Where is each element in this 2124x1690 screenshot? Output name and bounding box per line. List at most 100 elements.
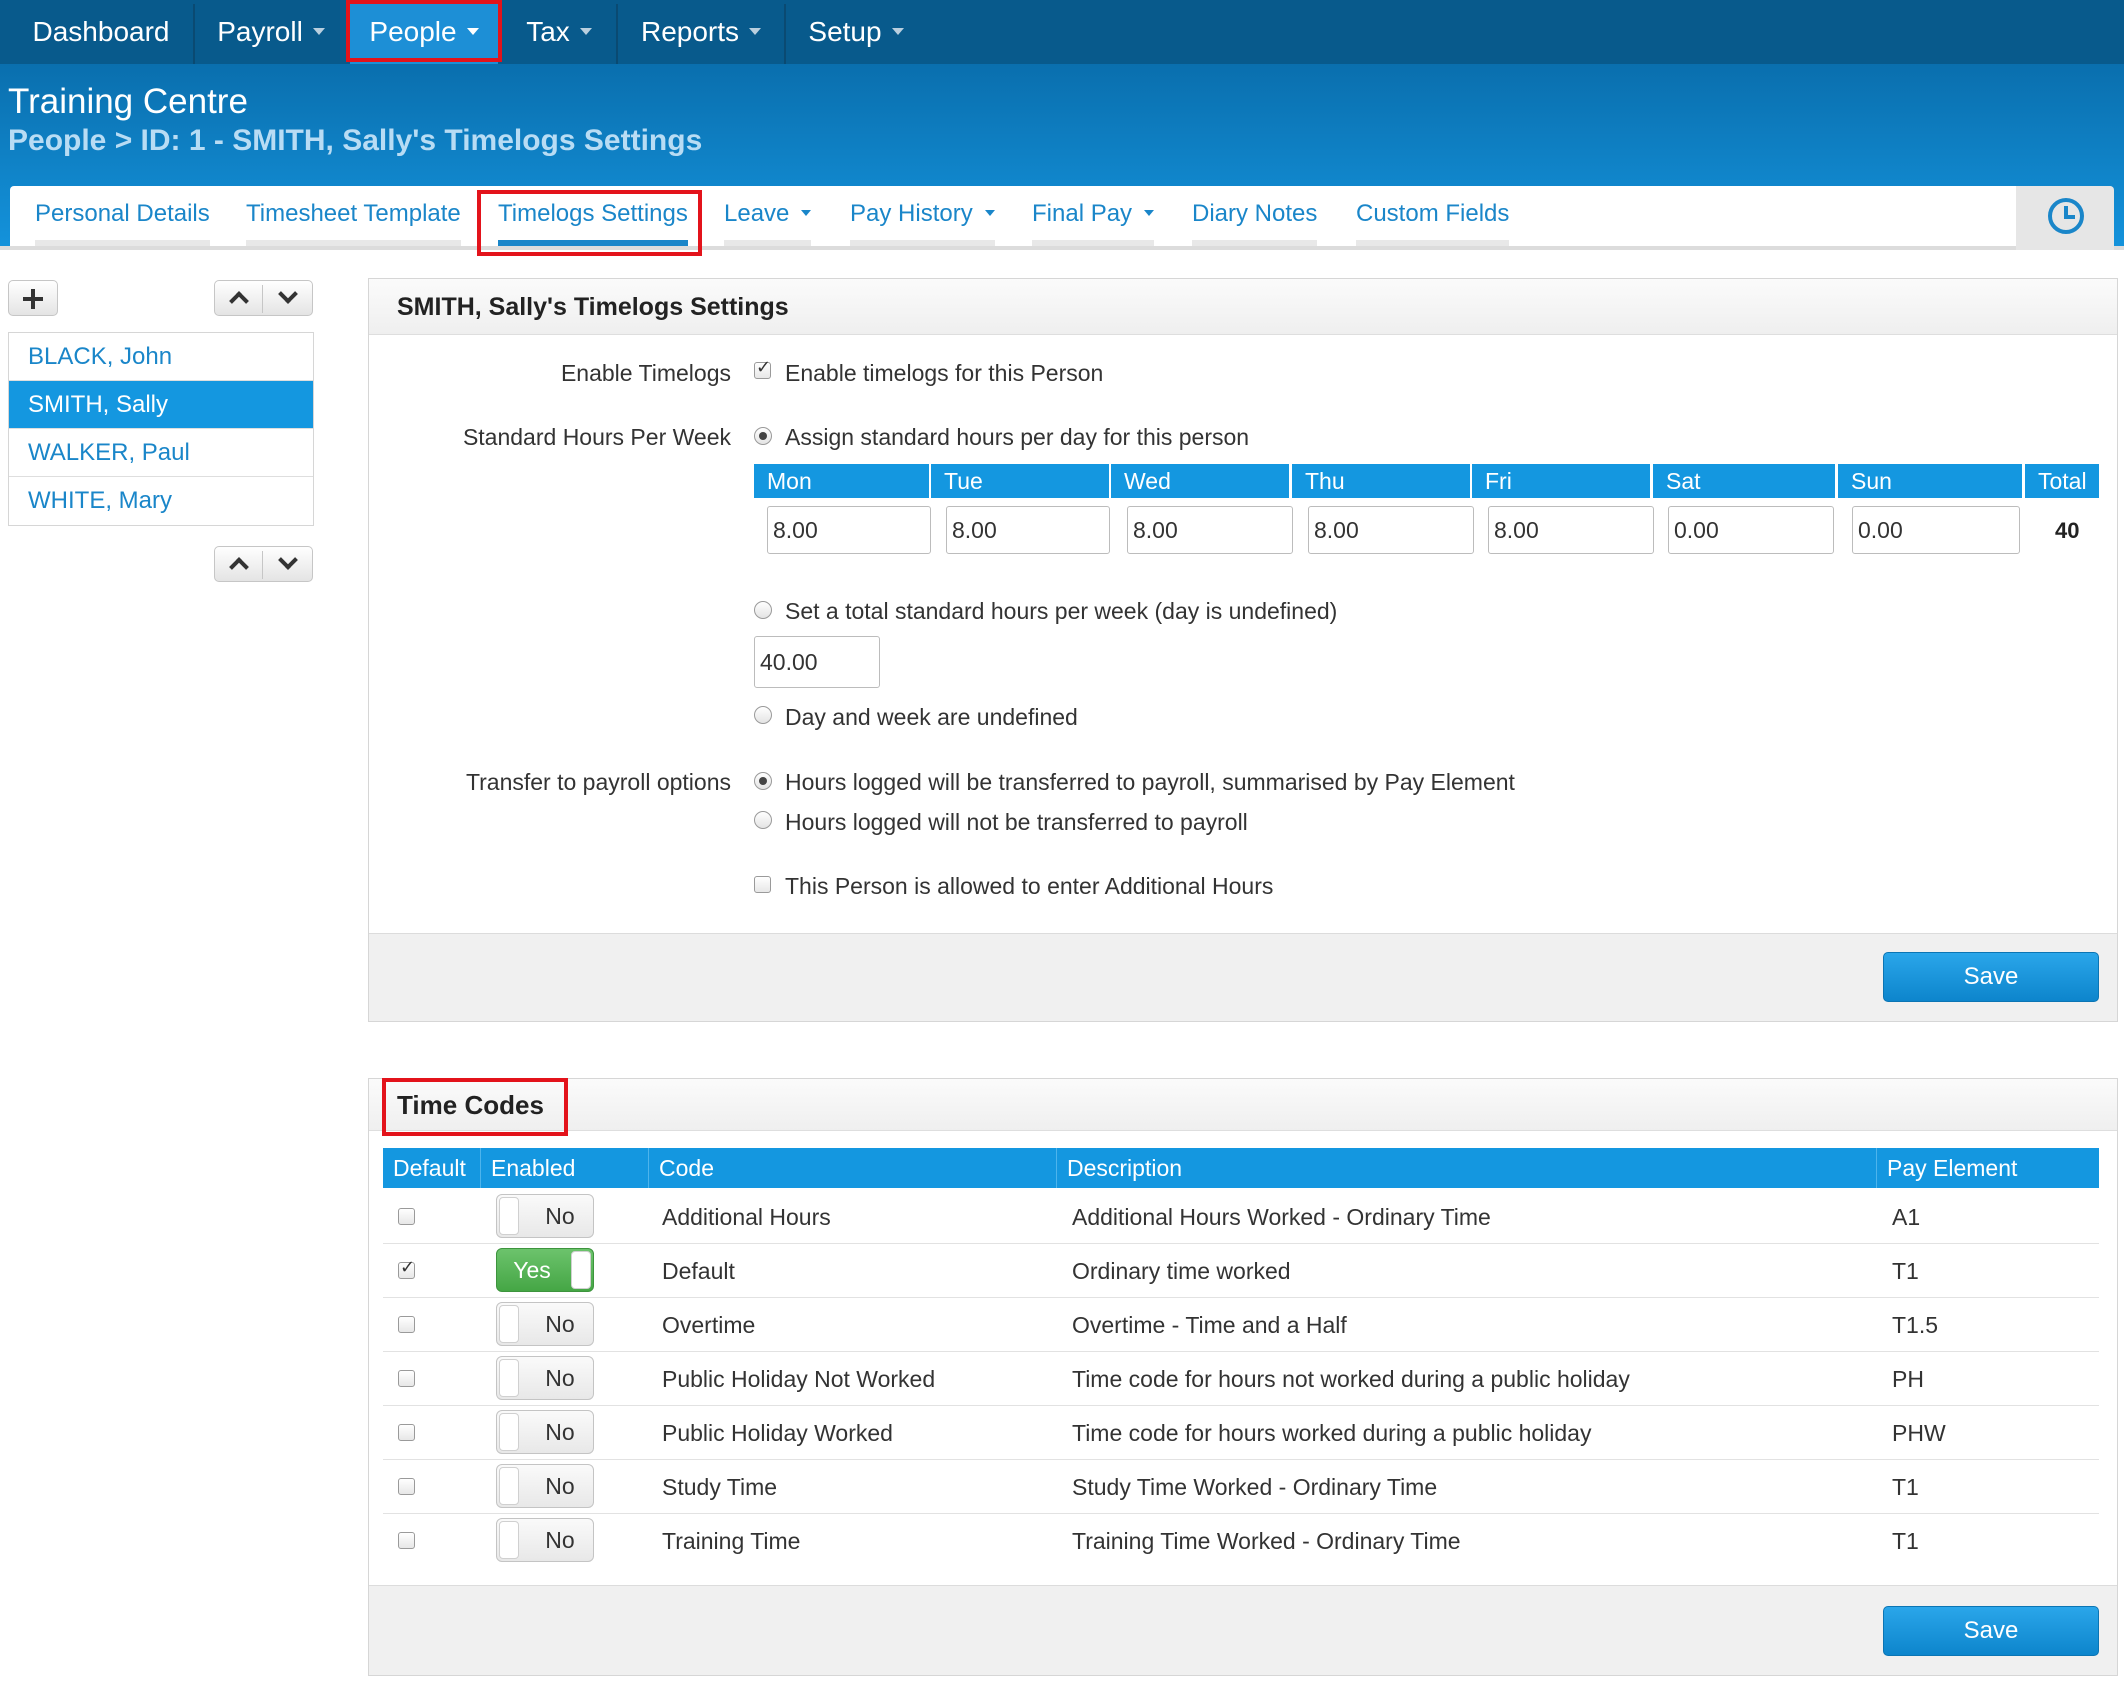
nav-setup[interactable]: Setup <box>788 4 924 64</box>
enabled-toggle[interactable]: No <box>496 1410 594 1454</box>
code-cell: Default <box>662 1258 735 1284</box>
enabled-toggle[interactable]: No <box>496 1356 594 1400</box>
day-header: Sat <box>1653 464 1835 498</box>
day-header: Thu <box>1292 464 1470 498</box>
tue-hours-input[interactable]: 8.00 <box>946 506 1110 554</box>
caret-down-icon <box>749 28 762 36</box>
enabled-toggle[interactable]: Yes <box>496 1248 594 1292</box>
tab-label: Custom Fields <box>1356 200 1510 227</box>
default-checkbox[interactable] <box>398 1208 415 1225</box>
column-header-code: Code <box>649 1148 1057 1188</box>
panel-title: Time Codes <box>369 1079 2117 1131</box>
total-week-input[interactable]: 40.00 <box>754 636 880 688</box>
description-cell: Study Time Worked - Ordinary Time <box>1072 1474 1438 1500</box>
enabled-toggle[interactable]: No <box>496 1194 594 1238</box>
total-week-text: Set a total standard hours per week (day… <box>785 598 1338 624</box>
transfer-summarised-radio[interactable] <box>754 772 772 790</box>
undefined-text: Day and week are undefined <box>785 704 1078 730</box>
highlight-time-codes-title <box>382 1078 568 1136</box>
column-header-default: Default <box>383 1148 481 1188</box>
save-button[interactable]: Save <box>1883 952 2099 1002</box>
move-down-button[interactable] <box>264 281 313 315</box>
caret-down-icon <box>891 28 904 36</box>
per-day-radio[interactable] <box>754 427 772 445</box>
toggle-label: No <box>545 1365 575 1391</box>
column-header-pay-element: Pay Element <box>1877 1148 2099 1188</box>
default-checkbox[interactable] <box>398 1532 415 1549</box>
undefined-radio[interactable] <box>754 706 772 724</box>
move-up-button[interactable] <box>215 547 263 581</box>
toggle-label: No <box>545 1527 575 1553</box>
sat-hours-input[interactable]: 0.00 <box>1668 506 1834 554</box>
enable-timelogs-checkbox[interactable] <box>754 357 771 379</box>
move-down-button[interactable] <box>264 547 313 581</box>
additional-hours-checkbox[interactable] <box>754 876 771 893</box>
default-checkbox[interactable] <box>398 1370 415 1387</box>
toggle-label: No <box>545 1419 575 1445</box>
nav-payroll[interactable]: Payroll <box>196 4 346 64</box>
pay-element-cell: PHW <box>1892 1420 1946 1446</box>
tab-personal-details[interactable]: Personal Details <box>35 200 210 246</box>
tab-pay-history[interactable]: Pay History <box>850 200 995 246</box>
nav-dashboard-label: Dashboard <box>32 16 170 47</box>
tab-timesheet-template[interactable]: Timesheet Template <box>246 200 461 246</box>
default-checkbox[interactable] <box>398 1316 415 1333</box>
panel-footer: Save <box>369 1585 2117 1675</box>
tab-custom-fields[interactable]: Custom Fields <box>1356 200 1510 246</box>
pay-element-cell: T1 <box>1892 1258 1919 1284</box>
default-checkbox[interactable] <box>398 1424 415 1441</box>
day-header: Mon <box>754 464 929 498</box>
pay-element-cell: T1.5 <box>1892 1312 1939 1338</box>
mon-hours-input[interactable]: 8.00 <box>767 506 931 554</box>
tab-label: Diary Notes <box>1192 200 1318 227</box>
wed-hours-input[interactable]: 8.00 <box>1127 506 1293 554</box>
history-button[interactable] <box>2016 186 2114 250</box>
toggle-knob <box>499 1467 519 1505</box>
code-cell: Public Holiday Worked <box>662 1420 893 1446</box>
caret-down-icon <box>984 209 995 216</box>
tab-leave[interactable]: Leave <box>724 200 812 246</box>
reorder-buttons-top <box>214 280 313 316</box>
standard-hours-label: Standard Hours Per Week <box>462 424 731 450</box>
description-cell: Ordinary time worked <box>1072 1258 1291 1284</box>
sun-hours-input[interactable]: 0.00 <box>1852 506 2020 554</box>
table-row: No Public Holiday Worked Time code for h… <box>383 1406 2099 1460</box>
panel-title: SMITH, Sally's Timelogs Settings <box>369 279 2117 335</box>
enable-timelogs-label: Enable Timelogs <box>560 360 731 386</box>
column-header-enabled: Enabled <box>481 1148 649 1188</box>
enabled-toggle[interactable]: No <box>496 1464 594 1508</box>
toggle-label: No <box>545 1203 575 1229</box>
list-item-person[interactable]: WALKER, Paul <box>9 429 313 477</box>
thu-hours-input[interactable]: 8.00 <box>1308 506 1474 554</box>
total-header: Total <box>2025 464 2099 498</box>
breadcrumb: People > ID: 1 - SMITH, Sally's Timelogs… <box>8 124 703 157</box>
tab-final-pay[interactable]: Final Pay <box>1032 200 1155 246</box>
tab-underline <box>246 240 461 246</box>
add-person-button[interactable] <box>8 280 58 316</box>
caret-down-icon <box>1144 209 1155 216</box>
button-divider <box>262 551 263 579</box>
button-divider <box>262 285 263 313</box>
total-week-radio[interactable] <box>754 601 772 619</box>
list-item-person[interactable]: BLACK, John <box>9 333 313 381</box>
toggle-knob <box>499 1359 519 1397</box>
table-row: No Study Time Study Time Worked - Ordina… <box>383 1460 2099 1514</box>
enabled-toggle[interactable]: No <box>496 1302 594 1346</box>
default-checkbox[interactable] <box>398 1478 415 1495</box>
nav-tax[interactable]: Tax <box>504 4 614 64</box>
move-up-button[interactable] <box>215 281 263 315</box>
fri-hours-input[interactable]: 8.00 <box>1488 506 1654 554</box>
toggle-label: Yes <box>513 1257 551 1283</box>
default-checkbox[interactable] <box>398 1257 415 1279</box>
transfer-none-radio[interactable] <box>754 811 772 829</box>
tab-underline <box>1192 240 1318 246</box>
per-day-text: Assign standard hours per day for this p… <box>785 424 1250 450</box>
nav-reports[interactable]: Reports <box>620 4 782 64</box>
save-time-codes-button[interactable]: Save <box>1883 1606 2099 1656</box>
list-item-person[interactable]: SMITH, Sally <box>9 381 313 429</box>
tab-diary-notes[interactable]: Diary Notes <box>1192 200 1318 246</box>
list-item-person[interactable]: WHITE, Mary <box>9 477 313 525</box>
caret-down-icon <box>579 28 592 36</box>
nav-dashboard[interactable]: Dashboard <box>10 4 192 64</box>
enabled-toggle[interactable]: No <box>496 1518 594 1562</box>
